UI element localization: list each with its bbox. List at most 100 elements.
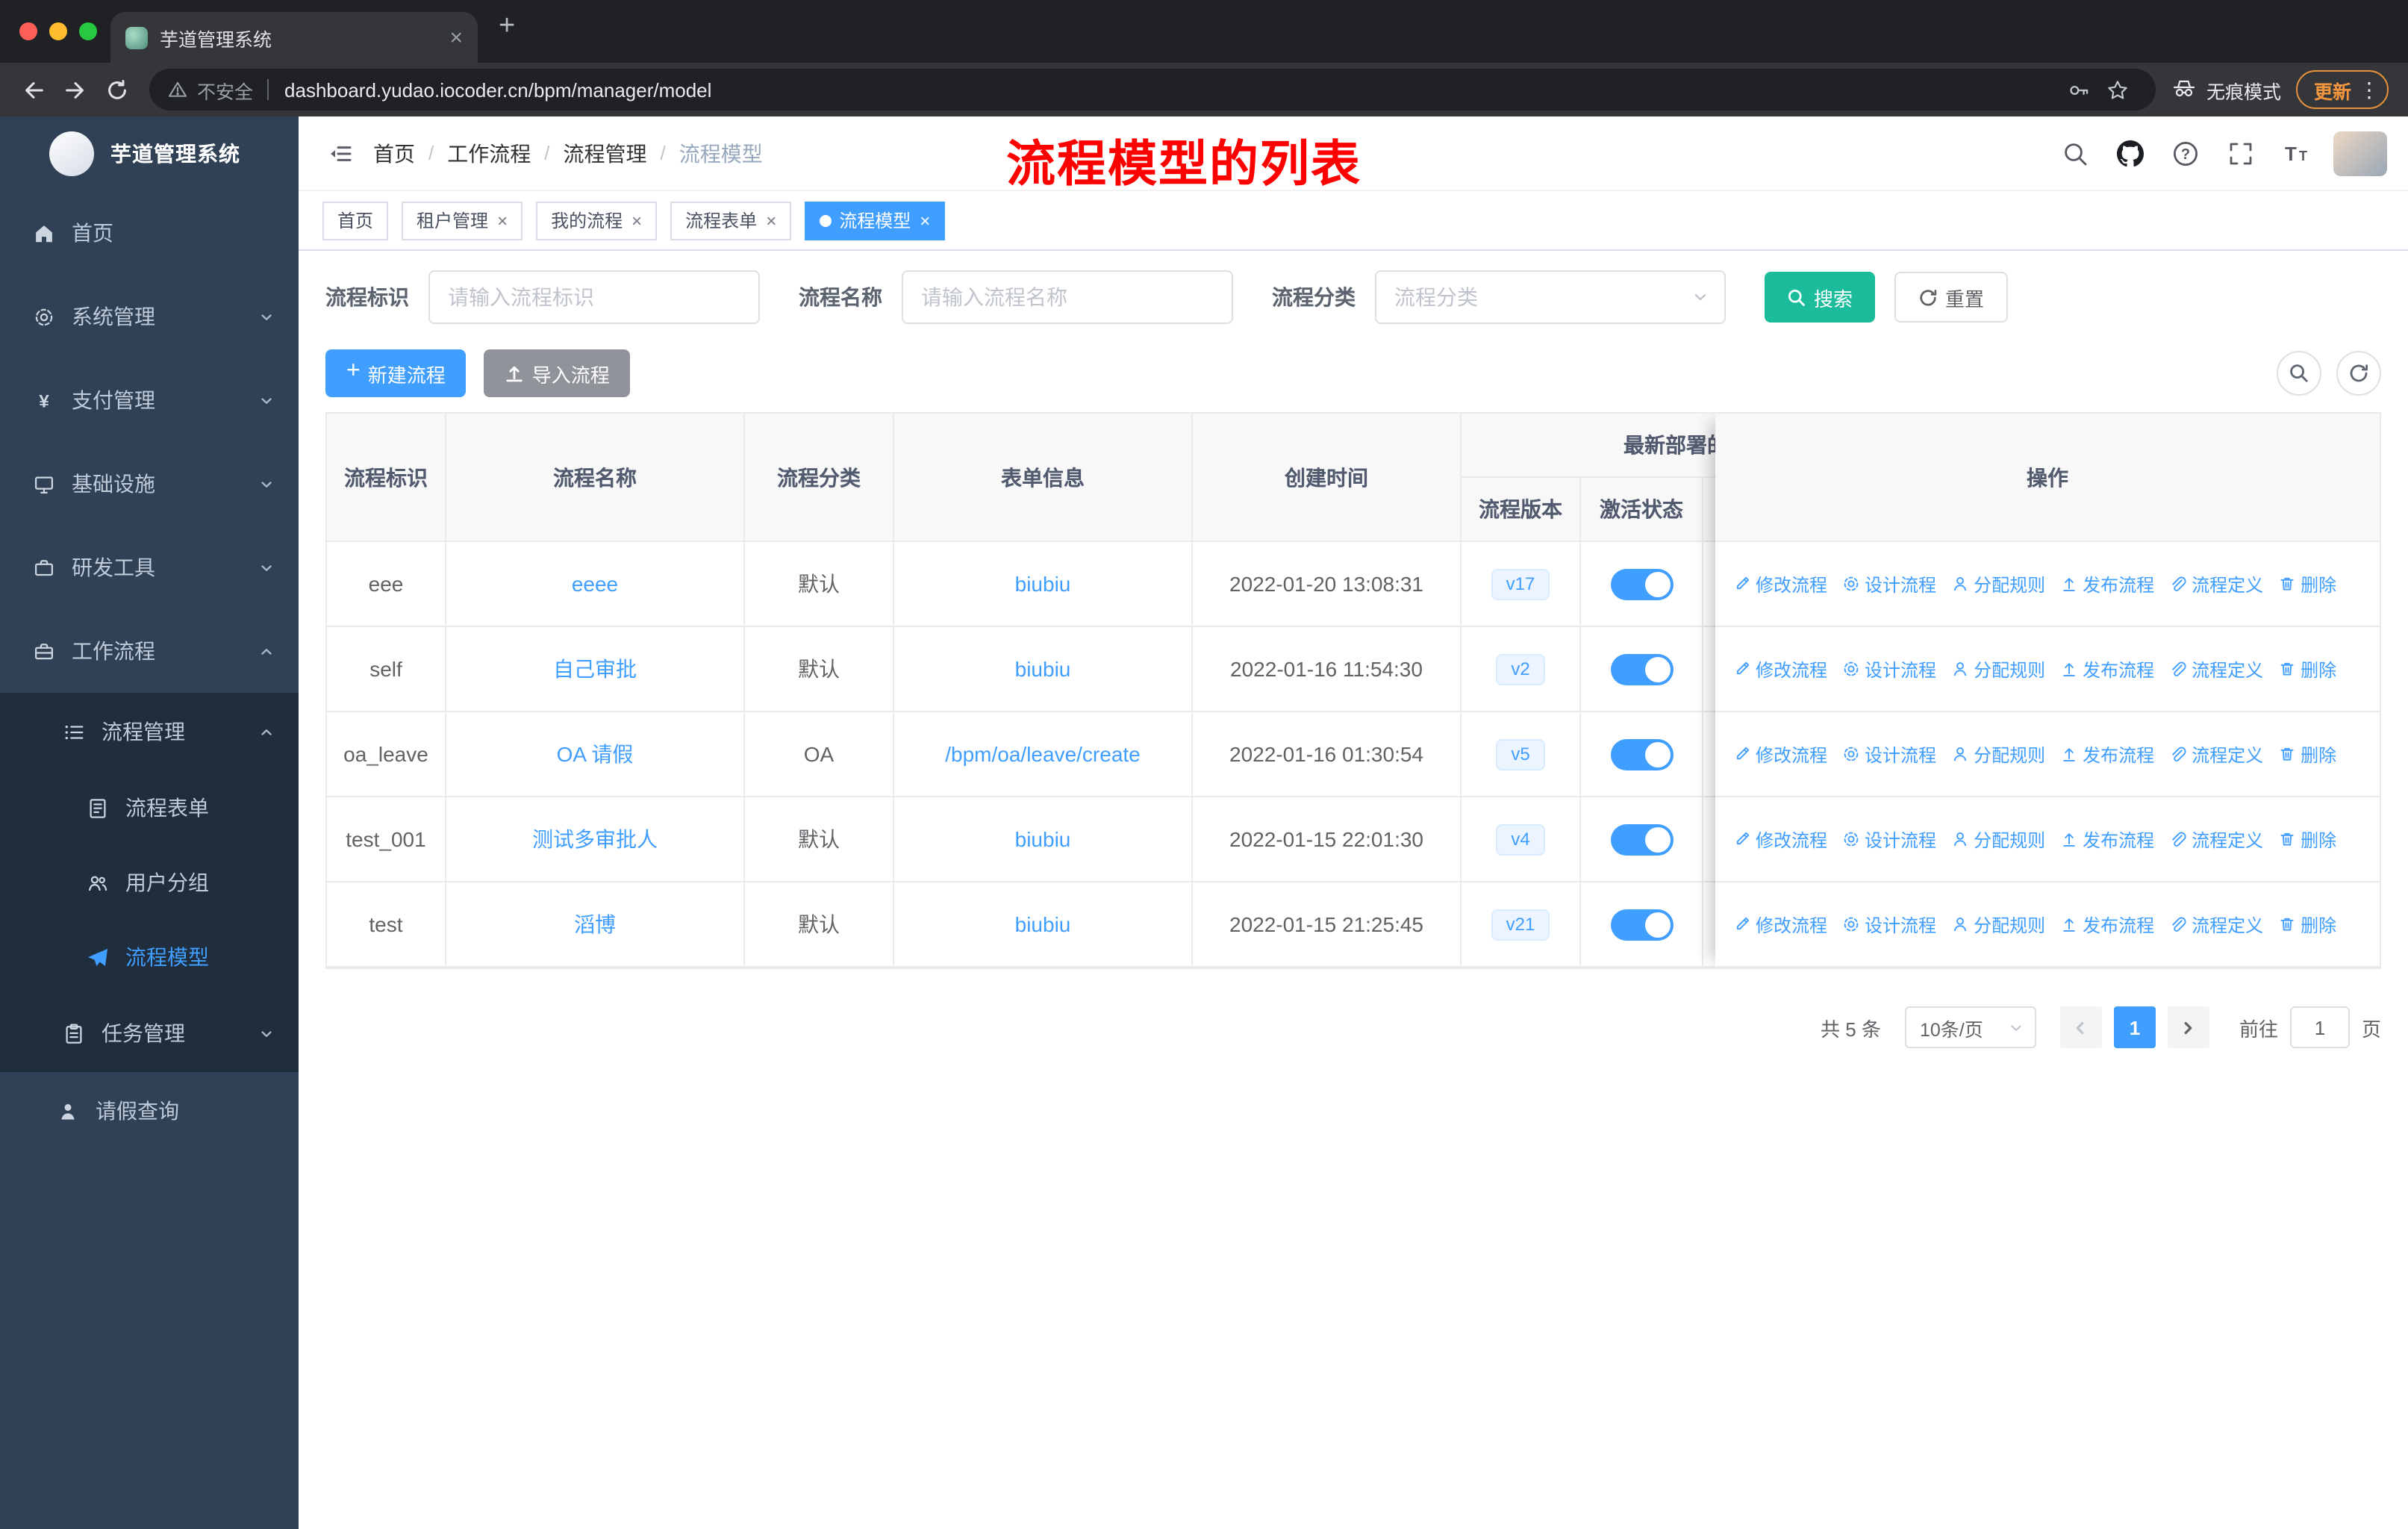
form-info-link[interactable]: /bpm/oa/leave/create <box>945 742 1141 766</box>
sidebar-item-payment-manage[interactable]: ¥ 支付管理 <box>0 358 299 442</box>
active-toggle[interactable] <box>1610 738 1673 770</box>
tag-tenant-manage[interactable]: 租户管理 × <box>402 201 523 240</box>
breadcrumb-item[interactable]: 工作流程 <box>447 138 531 168</box>
sidebar-item-system-manage[interactable]: 系统管理 <box>0 275 299 358</box>
delete-link[interactable]: 删除 <box>2278 656 2336 682</box>
sidebar-item-process-model[interactable]: 流程模型 <box>0 920 299 994</box>
search-icon[interactable] <box>2057 135 2093 171</box>
flow-definition-link[interactable]: 流程定义 <box>2169 656 2263 682</box>
github-icon[interactable] <box>2112 135 2148 171</box>
back-button[interactable] <box>12 69 54 110</box>
import-flow-button[interactable]: 导入流程 <box>484 349 631 397</box>
active-toggle[interactable] <box>1610 823 1673 855</box>
new-tab-button[interactable]: + <box>499 12 515 40</box>
modify-flow-link[interactable]: 修改流程 <box>1733 656 1827 682</box>
delete-link[interactable]: 删除 <box>2278 912 2336 937</box>
forward-button[interactable] <box>54 69 96 110</box>
assign-rule-link[interactable]: 分配规则 <box>1951 912 2045 937</box>
address-bar[interactable]: 不安全 dashboard.yudao.iocoder.cn/bpm/manag… <box>149 69 2156 110</box>
publish-flow-link[interactable]: 发布流程 <box>2060 912 2154 937</box>
flow-definition-link[interactable]: 流程定义 <box>2169 912 2263 937</box>
form-info-link[interactable]: biubiu <box>1015 657 1071 681</box>
close-icon[interactable]: × <box>631 211 642 229</box>
refresh-table-button[interactable] <box>2336 351 2381 396</box>
sidebar-item-infrastructure[interactable]: 基础设施 <box>0 442 299 526</box>
search-button[interactable]: 搜索 <box>1765 272 1876 323</box>
assign-rule-link[interactable]: 分配规则 <box>1951 826 2045 852</box>
publish-flow-link[interactable]: 发布流程 <box>2060 656 2154 682</box>
design-flow-link[interactable]: 设计流程 <box>1842 912 1936 937</box>
font-size-icon[interactable]: TT <box>2278 135 2314 171</box>
bookmark-star-icon[interactable] <box>2099 78 2138 101</box>
close-icon[interactable]: × <box>766 211 776 229</box>
flow-definition-link[interactable]: 流程定义 <box>2169 741 2263 767</box>
publish-flow-link[interactable]: 发布流程 <box>2060 826 2154 852</box>
sidebar-item-task-manage[interactable]: 任务管理 <box>0 994 299 1072</box>
tag-home[interactable]: 首页 <box>322 201 389 240</box>
assign-rule-link[interactable]: 分配规则 <box>1951 741 2045 767</box>
next-page-button[interactable] <box>2167 1006 2209 1048</box>
delete-link[interactable]: 删除 <box>2278 571 2336 597</box>
browser-menu-icon[interactable]: ⋮ <box>2359 77 2380 102</box>
form-info-link[interactable]: biubiu <box>1015 572 1071 596</box>
search-toggle-button[interactable] <box>2277 351 2321 396</box>
design-flow-link[interactable]: 设计流程 <box>1842 826 1936 852</box>
modify-flow-link[interactable]: 修改流程 <box>1733 741 1827 767</box>
sidebar-item-workflow[interactable]: 工作流程 <box>0 609 299 693</box>
tag-process-model[interactable]: 流程模型 × <box>805 201 946 240</box>
close-icon[interactable]: × <box>497 211 508 229</box>
publish-flow-link[interactable]: 发布流程 <box>2060 571 2154 597</box>
flow-definition-link[interactable]: 流程定义 <box>2169 571 2263 597</box>
tag-my-process[interactable]: 我的流程 × <box>536 201 658 240</box>
help-icon[interactable]: ? <box>2168 135 2203 171</box>
form-info-link[interactable]: biubiu <box>1015 827 1071 851</box>
sidebar-item-dev-tools[interactable]: 研发工具 <box>0 526 299 609</box>
sidebar-item-home[interactable]: 首页 <box>0 191 299 275</box>
tag-process-form[interactable]: 流程表单 × <box>670 201 792 240</box>
browser-tab[interactable]: 芋道管理系统 × <box>110 12 478 63</box>
flow-definition-link[interactable]: 流程定义 <box>2169 826 2263 852</box>
minimize-window-button[interactable] <box>49 22 67 40</box>
model-name-link[interactable]: 自己审批 <box>553 654 637 684</box>
password-key-icon[interactable] <box>2060 78 2099 101</box>
current-page[interactable]: 1 <box>2113 1006 2156 1048</box>
design-flow-link[interactable]: 设计流程 <box>1842 741 1936 767</box>
modify-flow-link[interactable]: 修改流程 <box>1733 826 1827 852</box>
assign-rule-link[interactable]: 分配规则 <box>1951 571 2045 597</box>
delete-link[interactable]: 删除 <box>2278 826 2336 852</box>
sidebar-toggle-icon[interactable] <box>319 132 361 174</box>
tab-close-icon[interactable]: × <box>449 26 463 49</box>
user-avatar[interactable] <box>2333 131 2387 175</box>
active-toggle[interactable] <box>1610 909 1673 940</box>
filter-category-select[interactable]: 流程分类 <box>1375 270 1726 324</box>
publish-flow-link[interactable]: 发布流程 <box>2060 741 2154 767</box>
close-icon[interactable]: × <box>920 211 930 229</box>
assign-rule-link[interactable]: 分配规则 <box>1951 656 2045 682</box>
filter-name-input[interactable] <box>902 270 1233 324</box>
active-toggle[interactable] <box>1610 653 1673 685</box>
design-flow-link[interactable]: 设计流程 <box>1842 656 1936 682</box>
prev-page-button[interactable] <box>2059 1006 2102 1048</box>
design-flow-link[interactable]: 设计流程 <box>1842 571 1936 597</box>
sidebar-item-process-form[interactable]: 流程表单 <box>0 770 299 845</box>
sidebar-item-leave-query[interactable]: 请假查询 <box>0 1072 299 1150</box>
maximize-window-button[interactable] <box>79 22 97 40</box>
modify-flow-link[interactable]: 修改流程 <box>1733 571 1827 597</box>
model-name-link[interactable]: eeee <box>572 572 618 596</box>
modify-flow-link[interactable]: 修改流程 <box>1733 912 1827 937</box>
delete-link[interactable]: 删除 <box>2278 741 2336 767</box>
model-name-link[interactable]: OA 请假 <box>557 739 634 769</box>
close-window-button[interactable] <box>19 22 37 40</box>
create-flow-button[interactable]: + 新建流程 <box>325 349 467 397</box>
model-name-link[interactable]: 测试多审批人 <box>532 824 658 854</box>
breadcrumb-item[interactable]: 流程管理 <box>564 138 647 168</box>
sidebar-item-user-group[interactable]: 用户分组 <box>0 845 299 920</box>
breadcrumb-item[interactable]: 首页 <box>373 138 415 168</box>
browser-update-button[interactable]: 更新 ⋮ <box>2295 70 2389 109</box>
goto-page-input[interactable] <box>2289 1006 2350 1048</box>
page-size-select[interactable]: 10条/页 <box>1904 1006 2036 1048</box>
form-info-link[interactable]: biubiu <box>1015 912 1071 936</box>
reload-button[interactable] <box>96 69 137 110</box>
model-name-link[interactable]: 滔博 <box>574 909 616 939</box>
sidebar-item-process-manage[interactable]: 流程管理 <box>0 693 299 770</box>
